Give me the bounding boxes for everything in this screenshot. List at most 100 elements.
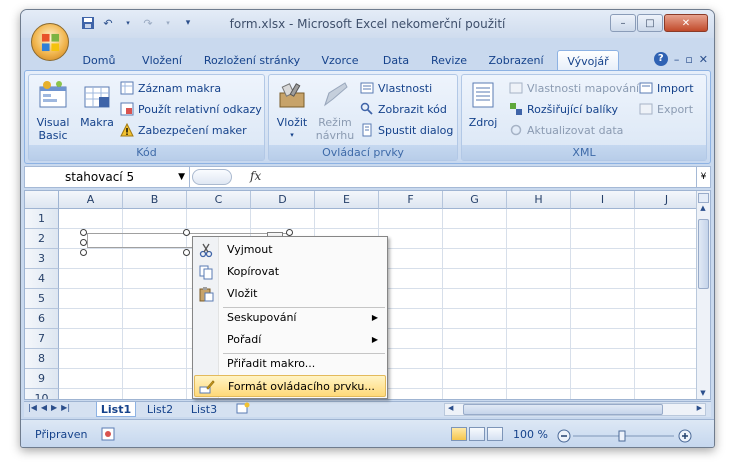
sheet-tab-list2[interactable]: List2 bbox=[142, 402, 178, 417]
resize-handle[interactable] bbox=[183, 229, 190, 236]
ribbon-close-icon[interactable]: ✕ bbox=[699, 53, 708, 66]
column-header[interactable]: J bbox=[635, 191, 699, 209]
zoom-slider[interactable] bbox=[557, 429, 692, 443]
toolbox-icon bbox=[279, 83, 305, 108]
tab-view[interactable]: Zobrazení bbox=[481, 50, 551, 71]
xml-source-button[interactable]: Zdroj bbox=[466, 79, 500, 129]
macros-button[interactable]: Makra bbox=[79, 79, 115, 129]
horizontal-scroll-thumb[interactable] bbox=[463, 404, 663, 415]
insert-function-button[interactable]: fx bbox=[250, 169, 261, 183]
ribbon-restore-icon[interactable]: ▫ bbox=[685, 53, 692, 66]
formula-input[interactable] bbox=[275, 167, 694, 187]
properties-button[interactable]: Vlastnosti bbox=[359, 79, 432, 97]
resize-handle[interactable] bbox=[80, 229, 87, 236]
view-code-button[interactable]: Zobrazit kód bbox=[359, 100, 447, 118]
prev-sheet-icon[interactable]: ◀ bbox=[41, 403, 47, 412]
scroll-split-handle[interactable] bbox=[698, 193, 709, 203]
row-header[interactable]: 1 bbox=[25, 209, 59, 229]
sheet-tab-list1[interactable]: List1 bbox=[96, 402, 136, 417]
design-mode-button[interactable]: Režim návrhu bbox=[315, 79, 355, 142]
close-button[interactable]: ✕ bbox=[664, 14, 708, 32]
macro-security-button[interactable]: Zabezpečení maker bbox=[119, 121, 247, 139]
resize-handle[interactable] bbox=[286, 229, 293, 236]
tab-formulas[interactable]: Vzorce bbox=[313, 50, 367, 71]
zoom-level[interactable]: 100 % bbox=[513, 428, 548, 441]
tab-insert[interactable]: Vložení bbox=[133, 50, 191, 71]
row-header[interactable]: 8 bbox=[25, 349, 59, 369]
page-layout-view-icon[interactable] bbox=[469, 427, 485, 441]
submenu-arrow-icon: ▶ bbox=[371, 313, 378, 322]
row-header[interactable]: 5 bbox=[25, 289, 59, 309]
column-header[interactable]: G bbox=[443, 191, 507, 209]
row-header[interactable]: 4 bbox=[25, 269, 59, 289]
vertical-scrollbar[interactable]: ▲ ▼ bbox=[696, 191, 710, 399]
tab-data[interactable]: Data bbox=[375, 50, 417, 71]
visual-basic-button[interactable]: Visual Basic bbox=[33, 79, 73, 142]
expansion-packs-button[interactable]: Rozšiřující balíky bbox=[508, 100, 618, 118]
menu-item-format-control[interactable]: Formát ovládacího prvku... bbox=[194, 375, 386, 397]
record-macro-button[interactable]: Záznam makra bbox=[119, 79, 221, 97]
ribbon-minimize-icon[interactable]: – bbox=[674, 53, 680, 66]
last-sheet-icon[interactable]: ▶| bbox=[61, 403, 70, 412]
tab-home[interactable]: Domů bbox=[73, 50, 125, 71]
office-button[interactable] bbox=[31, 23, 69, 61]
row-header[interactable]: 6 bbox=[25, 309, 59, 329]
row-header[interactable]: 10 bbox=[25, 389, 59, 399]
normal-view-icon[interactable] bbox=[451, 427, 467, 441]
column-header[interactable]: F bbox=[379, 191, 443, 209]
menu-item-copy[interactable]: Kopírovat bbox=[194, 261, 386, 283]
map-properties-button[interactable]: Vlastnosti mapování bbox=[508, 79, 639, 97]
select-all-button[interactable] bbox=[25, 191, 59, 209]
office-logo-icon bbox=[41, 33, 60, 52]
resize-handle[interactable] bbox=[80, 239, 87, 246]
menu-item-assign-macro[interactable]: Přiřadit makro... bbox=[194, 353, 386, 375]
run-dialog-button[interactable]: Spustit dialog bbox=[359, 121, 453, 139]
scroll-thumb[interactable] bbox=[698, 219, 709, 289]
macro-record-icon[interactable] bbox=[101, 427, 115, 444]
maximize-button[interactable]: □ bbox=[637, 14, 663, 32]
next-sheet-icon[interactable]: ▶ bbox=[51, 403, 57, 412]
help-icon[interactable]: ? bbox=[653, 52, 668, 66]
column-header[interactable]: H bbox=[507, 191, 571, 209]
export-button[interactable]: Export bbox=[638, 100, 693, 118]
menu-item-order[interactable]: Pořadí ▶ bbox=[194, 329, 386, 351]
insert-control-button[interactable]: Vložit ▾ bbox=[273, 79, 311, 142]
first-sheet-icon[interactable]: |◀ bbox=[28, 403, 37, 412]
horizontal-scrollbar[interactable]: ◀ ▶ bbox=[444, 403, 706, 416]
scissors-icon bbox=[198, 242, 214, 258]
scroll-up-icon[interactable]: ▲ bbox=[697, 204, 709, 212]
tab-review[interactable]: Revize bbox=[425, 50, 473, 71]
refresh-data-button[interactable]: Aktualizovat data bbox=[508, 121, 623, 139]
relative-refs-button[interactable]: Použít relativní odkazy bbox=[119, 100, 262, 118]
resize-handle[interactable] bbox=[183, 249, 190, 256]
column-header[interactable]: D bbox=[251, 191, 315, 209]
resize-handle[interactable] bbox=[80, 249, 87, 256]
row-header[interactable]: 7 bbox=[25, 329, 59, 349]
column-header[interactable]: A bbox=[59, 191, 123, 209]
menu-item-paste[interactable]: Vložit bbox=[194, 283, 386, 305]
page-break-view-icon[interactable] bbox=[487, 427, 503, 441]
chevron-down-icon[interactable]: ▼ bbox=[178, 167, 185, 187]
row-header[interactable]: 3 bbox=[25, 249, 59, 269]
formula-bar: stahovací 5 ▼ fx ¥ bbox=[24, 166, 711, 188]
insert-sheet-icon[interactable] bbox=[232, 402, 254, 417]
name-box[interactable]: stahovací 5 ▼ bbox=[25, 167, 190, 187]
column-header[interactable]: C bbox=[187, 191, 251, 209]
tab-developer[interactable]: Vývojář bbox=[557, 50, 619, 71]
row-header[interactable]: 9 bbox=[25, 369, 59, 389]
column-header[interactable]: B bbox=[123, 191, 187, 209]
scroll-right-icon[interactable]: ▶ bbox=[697, 404, 702, 412]
column-header[interactable]: I bbox=[571, 191, 635, 209]
expand-formula-bar-button[interactable]: ¥ bbox=[696, 167, 710, 187]
minimize-button[interactable]: – bbox=[610, 14, 636, 32]
column-header[interactable]: E bbox=[315, 191, 379, 209]
row-header[interactable]: 2 bbox=[25, 229, 59, 249]
import-button[interactable]: Import bbox=[638, 79, 694, 97]
tab-page-layout[interactable]: Rozložení stránky bbox=[199, 50, 305, 71]
menu-item-cut[interactable]: Vyjmout bbox=[194, 239, 386, 261]
grid-line bbox=[59, 228, 699, 229]
sheet-tab-list3[interactable]: List3 bbox=[186, 402, 222, 417]
scroll-left-icon[interactable]: ◀ bbox=[448, 404, 453, 412]
menu-item-grouping[interactable]: Seskupování ▶ bbox=[194, 307, 386, 329]
scroll-down-icon[interactable]: ▼ bbox=[697, 389, 709, 397]
